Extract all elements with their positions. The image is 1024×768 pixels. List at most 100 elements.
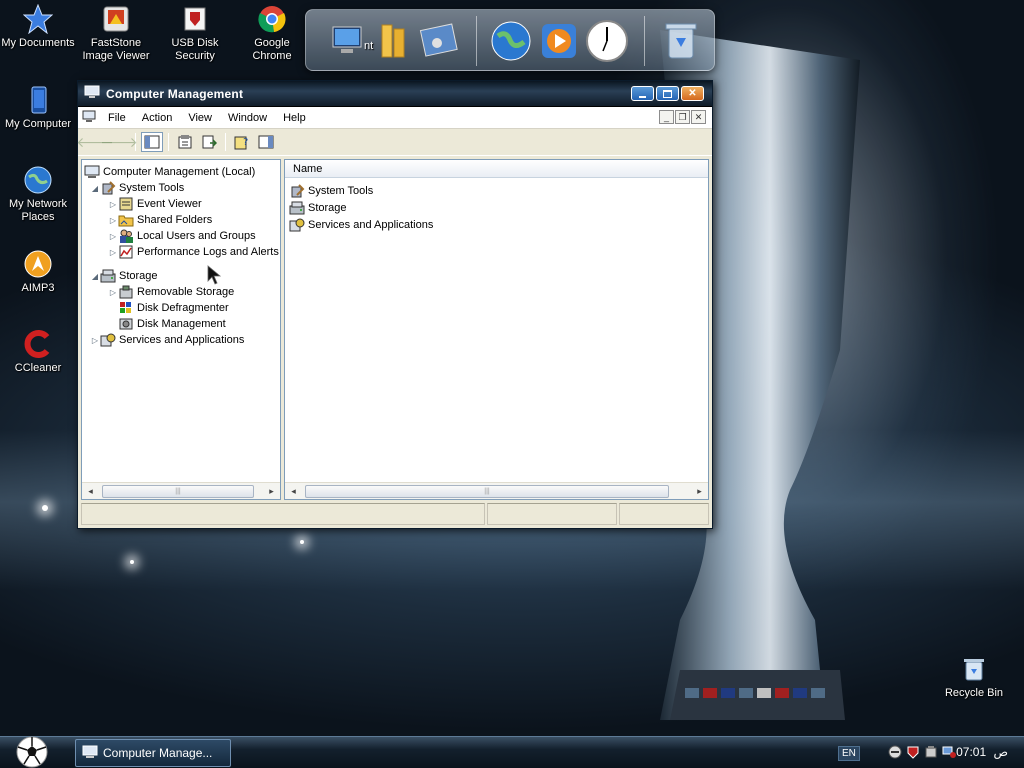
star-icon <box>22 3 54 35</box>
desktop-icon-network[interactable]: My Network Places <box>0 164 76 224</box>
menu-action[interactable]: Action <box>134 112 181 124</box>
scrollbar-thumb[interactable]: ||| <box>305 484 669 498</box>
console-tree-pane: Computer Management (Local) ◢ System Too… <box>81 159 281 500</box>
tree-node-event-viewer[interactable]: ▷ Event Viewer <box>82 196 280 212</box>
app-icon <box>84 85 100 102</box>
tray-network-icon[interactable] <box>942 745 956 762</box>
performance-logs-icon <box>118 244 134 260</box>
tree-node-storage[interactable]: ◢ Storage <box>82 268 280 284</box>
scroll-left-icon[interactable]: ◂ <box>82 483 99 500</box>
tree-node-disk-management[interactable]: Disk Management <box>82 316 280 332</box>
mdi-restore-button[interactable]: ❐ <box>675 110 690 124</box>
tray-usb-icon[interactable] <box>924 745 938 762</box>
dock-control-panel-icon[interactable] <box>416 18 462 64</box>
status-segment <box>619 503 709 525</box>
export-list-icon <box>202 135 217 149</box>
desktop-icon-ccleaner[interactable]: CCleaner <box>0 328 76 375</box>
window-titlebar[interactable]: Computer Management ✕ <box>78 81 712 107</box>
tree-root[interactable]: Computer Management (Local) <box>82 164 280 180</box>
mdi-minimize-button[interactable]: _ <box>659 110 674 124</box>
tree-horizontal-scrollbar[interactable]: ◂ ||| ▸ <box>82 482 280 499</box>
minimize-button[interactable] <box>631 86 654 101</box>
language-indicator[interactable]: EN <box>838 745 860 761</box>
show-hide-tree-button[interactable] <box>141 132 163 152</box>
help-button[interactable]: ? <box>231 132 253 152</box>
list-item-system-tools[interactable]: System Tools <box>289 182 708 199</box>
dock-recycle-bin-icon[interactable] <box>658 18 704 64</box>
tree-node-removable-storage[interactable]: ▷ Removable Storage <box>82 284 280 300</box>
scrollbar-thumb[interactable]: ||| <box>102 484 254 498</box>
desktop-icon-my-computer[interactable]: My Computer <box>0 84 76 131</box>
tray-shield-icon[interactable] <box>906 745 920 762</box>
export-list-button[interactable] <box>198 132 220 152</box>
console-tree-icon <box>144 135 160 149</box>
collapse-icon[interactable]: ◢ <box>90 184 100 193</box>
disk-management-icon <box>118 316 134 332</box>
event-viewer-icon <box>118 196 134 212</box>
users-icon <box>118 228 134 244</box>
help-icon: ? <box>234 136 248 150</box>
tray-minus-icon[interactable] <box>888 745 902 762</box>
scroll-right-icon[interactable]: ▸ <box>691 483 708 500</box>
computer-icon <box>22 84 54 116</box>
column-header-name[interactable]: Name <box>285 160 708 178</box>
dock-clock-icon[interactable] <box>584 18 630 64</box>
desktop-icon-recycle-bin[interactable]: Recycle Bin <box>936 653 1012 700</box>
scroll-left-icon[interactable]: ◂ <box>285 483 302 500</box>
menu-view[interactable]: View <box>180 112 220 124</box>
computer-management-icon <box>82 745 98 762</box>
tree-node-performance-logs[interactable]: ▷ Performance Logs and Alerts <box>82 244 280 260</box>
svg-text:?: ? <box>243 137 248 148</box>
tree-node-disk-defragmenter[interactable]: Disk Defragmenter <box>82 300 280 316</box>
status-bar <box>81 503 709 525</box>
expand-icon[interactable]: ▷ <box>108 232 118 241</box>
toolbar: 🡐 🡒 ? <box>76 129 712 156</box>
dock-media-player-icon[interactable] <box>536 18 582 64</box>
taskbar-button-computer-management[interactable]: Computer Manage... <box>75 739 231 767</box>
chrome-icon <box>256 3 288 35</box>
desktop-icon-usb-security[interactable]: USB Disk Security <box>157 3 233 63</box>
properties-button[interactable] <box>174 132 196 152</box>
mdi-close-button[interactable]: ✕ <box>691 110 706 124</box>
tree-node-services-apps[interactable]: ▷ Services and Applications <box>82 332 280 348</box>
tree-node-shared-folders[interactable]: ▷ Shared Folders <box>82 212 280 228</box>
services-apps-icon <box>289 217 305 233</box>
scroll-right-icon[interactable]: ▸ <box>263 483 280 500</box>
expand-icon[interactable]: ▷ <box>90 336 100 345</box>
desktop-icon-aimp3[interactable]: AIMP3 <box>0 248 76 295</box>
forward-button[interactable]: 🡒 <box>100 132 138 152</box>
menu-file[interactable]: File <box>100 112 134 124</box>
clock[interactable]: 07:01 ص <box>956 745 1008 759</box>
system-tray: EN <box>838 740 956 766</box>
start-button[interactable] <box>15 735 49 768</box>
menu-window[interactable]: Window <box>220 112 275 124</box>
collapse-icon[interactable]: ◢ <box>90 272 100 281</box>
expand-icon[interactable]: ▷ <box>108 288 118 297</box>
desktop-icon-my-documents[interactable]: My Documents <box>0 3 76 50</box>
maximize-icon <box>663 89 672 98</box>
forward-arrow-icon: 🡒 <box>100 133 138 150</box>
list-item-services-apps[interactable]: Services and Applications <box>289 216 708 233</box>
tree-node-local-users[interactable]: ▷ Local Users and Groups <box>82 228 280 244</box>
maximize-button[interactable] <box>656 86 679 101</box>
menu-bar: File Action View Window Help _ ❐ ✕ <box>78 107 712 129</box>
computer-management-icon <box>84 164 100 180</box>
details-horizontal-scrollbar[interactable]: ◂ ||| ▸ <box>285 482 708 499</box>
tree-node-system-tools[interactable]: ◢ System Tools <box>82 180 280 196</box>
desktop-icon-faststone[interactable]: FastStone Image Viewer <box>78 3 154 63</box>
desktop-icon-chrome[interactable]: Google Chrome <box>234 3 310 63</box>
list-item-storage[interactable]: Storage <box>289 199 708 216</box>
expand-icon[interactable]: ▷ <box>108 248 118 257</box>
status-segment <box>487 503 618 525</box>
expand-icon[interactable]: ▷ <box>108 200 118 209</box>
menu-help[interactable]: Help <box>275 112 314 124</box>
close-button[interactable]: ✕ <box>681 86 704 101</box>
action-pane-icon <box>258 135 274 149</box>
expand-icon[interactable]: ▷ <box>108 216 118 225</box>
storage-icon <box>100 268 116 284</box>
defragmenter-icon <box>118 300 134 316</box>
dock-internet-globe-icon[interactable] <box>488 18 534 64</box>
dock-folder-icon[interactable] <box>372 18 418 64</box>
show-hide-action-pane-button[interactable] <box>255 132 277 152</box>
minimize-icon <box>639 95 646 98</box>
